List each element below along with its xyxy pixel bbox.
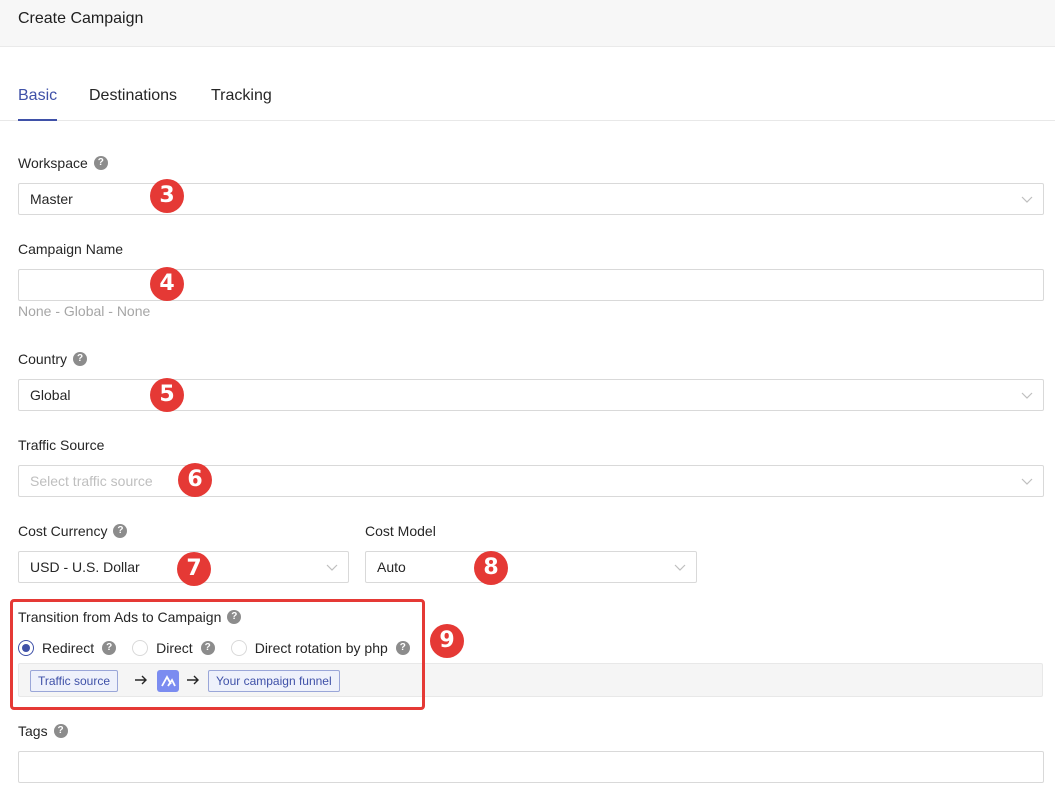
cost-model-label: Cost Model bbox=[365, 523, 436, 539]
campaign-name-label: Campaign Name bbox=[18, 241, 124, 257]
help-icon[interactable]: ? bbox=[53, 724, 68, 738]
tags-label: Tags ? bbox=[18, 723, 68, 739]
tab-tracking[interactable]: Tracking bbox=[211, 87, 272, 105]
cost-currency-value: USD - U.S. Dollar bbox=[30, 559, 140, 575]
tags-input[interactable] bbox=[18, 751, 1044, 783]
page-header: Create Campaign bbox=[0, 0, 1055, 47]
cost-currency-label: Cost Currency ? bbox=[18, 523, 128, 539]
annotation-badge-3: 3 bbox=[150, 179, 184, 213]
annotation-badge-7: 7 bbox=[177, 552, 211, 586]
chevron-down-icon bbox=[674, 564, 686, 571]
country-value: Global bbox=[30, 387, 71, 403]
annotation-badge-6: 6 bbox=[178, 463, 212, 497]
country-label: Country ? bbox=[18, 351, 88, 367]
page-title: Create Campaign bbox=[18, 10, 144, 27]
traffic-source-select[interactable]: Select traffic source bbox=[18, 465, 1044, 497]
annotation-badge-9: 9 bbox=[430, 624, 464, 658]
tab-bar: Basic Destinations Tracking bbox=[0, 76, 1055, 121]
workspace-label: Workspace ? bbox=[18, 155, 108, 171]
annotation-badge-5: 5 bbox=[150, 378, 184, 412]
active-tab-indicator bbox=[18, 119, 57, 121]
annotation-badge-4: 4 bbox=[150, 267, 184, 301]
annotation-badge-8: 8 bbox=[474, 551, 508, 585]
workspace-value: Master bbox=[30, 191, 73, 207]
tab-destinations[interactable]: Destinations bbox=[89, 87, 177, 105]
annotation-highlight-box bbox=[10, 599, 425, 710]
tab-basic[interactable]: Basic bbox=[18, 87, 57, 105]
chevron-down-icon bbox=[1021, 392, 1033, 399]
cost-model-value: Auto bbox=[377, 559, 406, 575]
cost-model-select[interactable]: Auto bbox=[365, 551, 697, 583]
chevron-down-icon bbox=[326, 564, 338, 571]
help-icon[interactable]: ? bbox=[73, 352, 88, 366]
help-icon[interactable]: ? bbox=[93, 156, 108, 170]
help-icon[interactable]: ? bbox=[113, 524, 128, 538]
chevron-down-icon bbox=[1021, 478, 1033, 485]
traffic-source-placeholder: Select traffic source bbox=[30, 473, 153, 489]
chevron-down-icon bbox=[1021, 196, 1033, 203]
campaign-name-hint: None - Global - None bbox=[18, 303, 151, 319]
traffic-source-label: Traffic Source bbox=[18, 437, 105, 453]
